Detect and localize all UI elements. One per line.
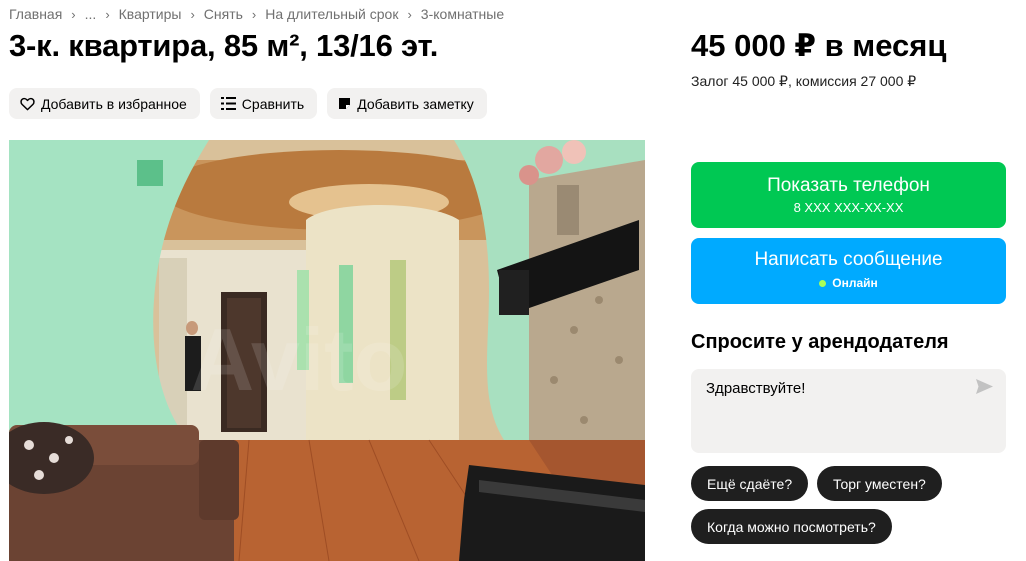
listing-photo[interactable]: Avito <box>9 140 645 561</box>
phone-number-masked: 8 XXX XXX-XX-XX <box>793 200 904 215</box>
send-icon[interactable] <box>975 378 994 395</box>
ask-landlord-title: Спросите у арендодателя <box>691 331 949 353</box>
quick-question-viewing[interactable]: Когда можно посмотреть? <box>691 509 892 544</box>
note-icon <box>339 98 351 109</box>
chevron-right-icon: › <box>407 6 412 22</box>
add-note-label: Добавить заметку <box>357 95 474 112</box>
breadcrumb-home[interactable]: Главная <box>9 6 62 22</box>
chevron-right-icon: › <box>105 6 110 22</box>
quick-question-still-renting[interactable]: Ещё сдаёте? <box>691 466 809 501</box>
chevron-right-icon: › <box>251 6 257 22</box>
heart-icon <box>20 97 35 110</box>
listing-title: 3-к. квартира, 85 м², 13/16 эт. <box>9 28 439 63</box>
breadcrumb-apartments[interactable]: Квартиры <box>119 6 182 22</box>
breadcrumb: Главная › ... › Квартиры › Снять › На дл… <box>9 6 504 22</box>
add-to-favorites-label: Добавить в избранное <box>41 95 187 112</box>
compare-icon <box>220 97 236 110</box>
write-message-label: Написать сообщение <box>754 249 943 270</box>
online-dot-icon <box>819 279 827 287</box>
add-to-favorites-button[interactable]: Добавить в избранное <box>9 88 200 119</box>
compare-label: Сравнить <box>241 95 305 112</box>
online-status-label: Онлайн <box>832 276 878 290</box>
chevron-right-icon: › <box>71 6 76 22</box>
message-input[interactable]: Здравствуйте! <box>691 369 1006 453</box>
breadcrumb-3-room[interactable]: 3-комнатные <box>421 6 504 22</box>
chevron-right-icon: › <box>190 6 195 22</box>
watermark-text: Avito <box>191 310 408 409</box>
deposit-info: Залог 45 000 ₽, комиссия 27 000 ₽ <box>691 73 917 89</box>
add-note-button[interactable]: Добавить заметку <box>327 88 487 119</box>
breadcrumb-ellipsis[interactable]: ... <box>85 6 97 22</box>
show-phone-label: Показать телефон <box>767 175 930 196</box>
breadcrumb-rent[interactable]: Снять <box>204 6 243 22</box>
compare-button[interactable]: Сравнить <box>209 88 318 119</box>
quick-question-bargain[interactable]: Торг уместен? <box>817 466 942 501</box>
breadcrumb-long-term[interactable]: На длительный срок <box>265 6 398 22</box>
show-phone-button[interactable]: Показать телефон 8 XXX XXX-XX-XX <box>691 162 1006 228</box>
apartment-photo: Avito <box>9 140 645 561</box>
listing-price: 45 000 ₽ в месяц <box>691 28 947 63</box>
listing-actions: Добавить в избранное Сравнить Добавить з… <box>9 88 487 119</box>
online-status: Онлайн <box>691 276 1006 290</box>
write-message-button[interactable]: Написать сообщение Онлайн <box>691 238 1006 304</box>
